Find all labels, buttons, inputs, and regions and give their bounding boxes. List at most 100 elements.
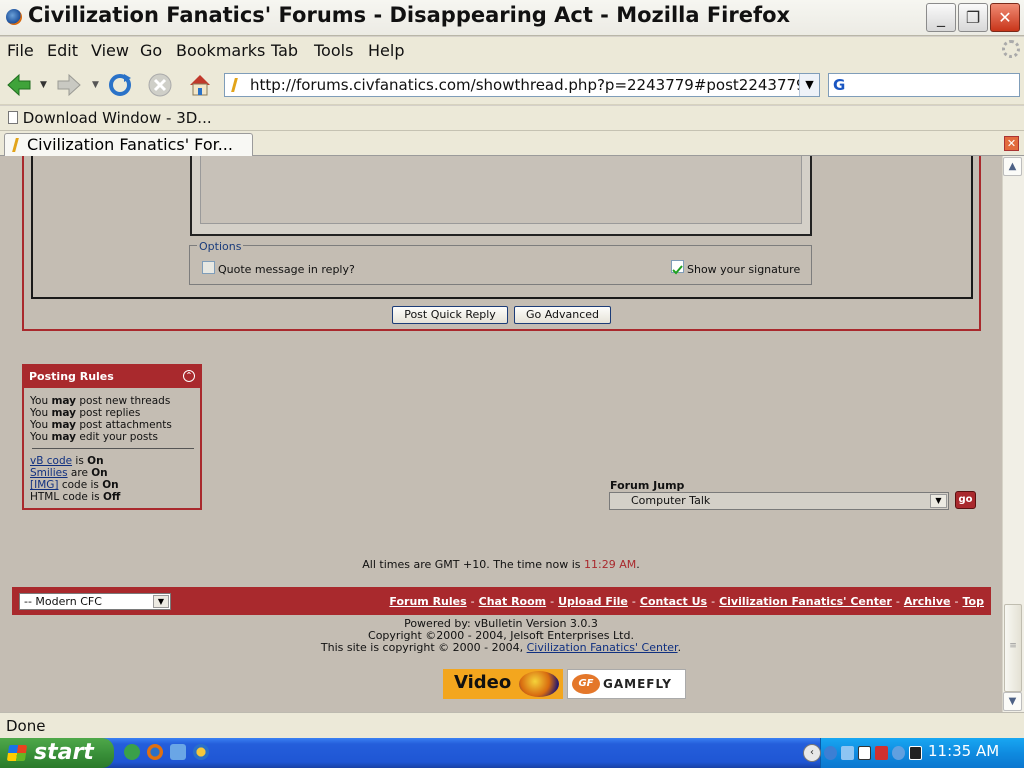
menu-tools[interactable]: Tools xyxy=(314,41,353,60)
address-url[interactable]: http://forums.civfanatics.com/showthread… xyxy=(250,76,806,94)
current-time: 11:29 AM xyxy=(584,558,637,571)
stop-icon[interactable] xyxy=(147,72,173,98)
style-chooser-select[interactable]: -- Modern CFC ▼ xyxy=(19,593,171,610)
back-arrow-icon[interactable] xyxy=(6,72,32,98)
rule-line: You may post attachments xyxy=(30,419,172,431)
address-bar[interactable]: http://forums.civfanatics.com/showthread… xyxy=(224,73,820,97)
window-title-bar[interactable]: Civilization Fanatics' Forums - Disappea… xyxy=(0,0,1024,36)
gamefly-logo: GF xyxy=(572,674,600,694)
menu-tab[interactable]: Tab xyxy=(271,41,298,60)
forum-jump-go-button[interactable]: go xyxy=(955,491,976,509)
forward-dropdown-icon[interactable]: ▼ xyxy=(92,80,99,90)
top-link[interactable]: Top xyxy=(963,595,984,608)
posting-rules-box: Posting Rules ⌃ You may post new threads… xyxy=(22,364,202,510)
monitor-icon[interactable] xyxy=(841,746,854,760)
footer-links: Forum Rules - Chat Room - Upload File - Contac… xyxy=(389,595,984,608)
go-advanced-button[interactable]: Go Advanced xyxy=(514,306,611,324)
help-icon[interactable] xyxy=(892,746,905,760)
status-bar: Done xyxy=(0,712,1024,738)
page-icon xyxy=(8,111,18,124)
close-tab-icon[interactable]: ✕ xyxy=(1004,136,1019,151)
minimize-button[interactable]: _ xyxy=(926,3,956,32)
timezone-note: All times are GMT +10. The time now is 1… xyxy=(362,558,640,571)
firefox-quicklaunch-icon[interactable] xyxy=(147,744,163,760)
security-icon[interactable] xyxy=(875,746,888,760)
messenger-icon[interactable] xyxy=(124,744,140,760)
rule-line: You may edit your posts xyxy=(30,431,158,443)
copyright-site: This site is copyright © 2000 - 2004, Ci… xyxy=(320,641,682,654)
menu-bookmarks[interactable]: Bookmarks xyxy=(176,41,265,60)
contact-us-link[interactable]: Contact Us xyxy=(640,595,707,608)
site-favicon-icon xyxy=(231,78,238,92)
scroll-down-arrow-icon[interactable]: ▼ xyxy=(1003,692,1022,711)
post-quick-reply-button[interactable]: Post Quick Reply xyxy=(392,306,508,324)
menu-bar: File Edit View Go Bookmarks Tab Tools He… xyxy=(0,37,1024,63)
bookmark-item[interactable]: Download Window - 3D... xyxy=(8,109,212,127)
tray-expand-icon[interactable]: ‹ xyxy=(803,744,821,762)
window-title: Civilization Fanatics' Forums - Disappea… xyxy=(28,3,791,27)
smilies-link[interactable]: Smilies xyxy=(30,467,68,479)
archive-link[interactable]: Archive xyxy=(904,595,951,608)
start-button[interactable]: start xyxy=(0,738,114,768)
upload-file-link[interactable]: Upload File xyxy=(558,595,628,608)
windows-logo-icon xyxy=(6,745,28,761)
checkmark-icon xyxy=(672,265,683,275)
video-banner[interactable]: Video xyxy=(443,669,563,699)
posting-rules-title: Posting Rules xyxy=(29,370,114,383)
rule-line: You may post replies xyxy=(30,407,141,419)
img-link[interactable]: [IMG] xyxy=(30,479,59,491)
reload-icon[interactable] xyxy=(107,72,133,98)
rules-divider xyxy=(32,448,194,449)
forward-arrow-icon[interactable] xyxy=(56,72,82,98)
menu-go[interactable]: Go xyxy=(140,41,162,60)
volume-icon[interactable] xyxy=(909,746,922,760)
collapse-icon[interactable]: ⌃ xyxy=(183,370,195,382)
vbcode-link[interactable]: vB code xyxy=(30,455,72,467)
code-rule: vB code is On xyxy=(30,455,104,467)
code-rule: [IMG] code is On xyxy=(30,479,119,491)
tab-active[interactable]: Civilization Fanatics' For... xyxy=(4,133,253,156)
status-text: Done xyxy=(6,717,46,735)
forum-jump-select[interactable]: Computer Talk ▼ xyxy=(609,492,949,510)
quote-checkbox[interactable] xyxy=(202,261,215,274)
ie-icon[interactable] xyxy=(170,744,186,760)
quote-label: Quote message in reply? xyxy=(218,263,355,276)
video-banner-label: Video xyxy=(454,672,512,693)
chat-room-link[interactable]: Chat Room xyxy=(479,595,546,608)
chevron-down-icon[interactable]: ▼ xyxy=(153,595,169,608)
message-textarea[interactable] xyxy=(200,156,802,224)
forum-jump-label: Forum Jump xyxy=(610,479,685,492)
menu-view[interactable]: View xyxy=(91,41,129,60)
maximize-button[interactable]: ❐ xyxy=(958,3,988,32)
message-textarea-frame xyxy=(190,156,812,236)
signature-checkbox[interactable] xyxy=(671,260,684,275)
home-icon[interactable] xyxy=(187,72,213,98)
gamefly-label: GAMEFLY xyxy=(603,677,672,691)
search-box[interactable]: G xyxy=(828,73,1020,97)
chevron-down-icon[interactable]: ▼ xyxy=(930,494,947,508)
clock: 11:35 AM xyxy=(928,742,1000,760)
media-player-icon[interactable] xyxy=(193,744,209,760)
tab-favicon-icon xyxy=(12,138,19,152)
menu-help[interactable]: Help xyxy=(368,41,404,60)
tab-label: Civilization Fanatics' For... xyxy=(27,135,233,154)
gamefly-banner[interactable]: GF GAMEFLY xyxy=(567,669,686,699)
close-window-button[interactable]: ✕ xyxy=(990,3,1020,32)
menu-file[interactable]: File xyxy=(7,41,34,60)
style-chooser-value: -- Modern CFC xyxy=(24,595,102,608)
signature-label: Show your signature xyxy=(687,263,801,276)
forum-rules-link[interactable]: Forum Rules xyxy=(389,595,466,608)
scroll-up-arrow-icon[interactable]: ▲ xyxy=(1003,157,1022,176)
rule-line: You may post new threads xyxy=(30,395,171,407)
device-icon[interactable] xyxy=(858,746,871,760)
options-legend: Options xyxy=(197,240,244,253)
network-icon[interactable] xyxy=(824,746,837,760)
search-engine-icon[interactable]: G xyxy=(833,76,845,94)
scrollbar-thumb[interactable]: ≡ xyxy=(1004,604,1022,692)
cfc-link[interactable]: Civilization Fanatics' Center xyxy=(527,641,678,654)
menu-edit[interactable]: Edit xyxy=(47,41,78,60)
cfc-center-link[interactable]: Civilization Fanatics' Center xyxy=(719,595,892,608)
forum-jump-value: Computer Talk xyxy=(631,494,711,507)
back-dropdown-icon[interactable]: ▼ xyxy=(40,80,47,90)
address-dropdown-icon[interactable]: ▼ xyxy=(799,74,819,96)
